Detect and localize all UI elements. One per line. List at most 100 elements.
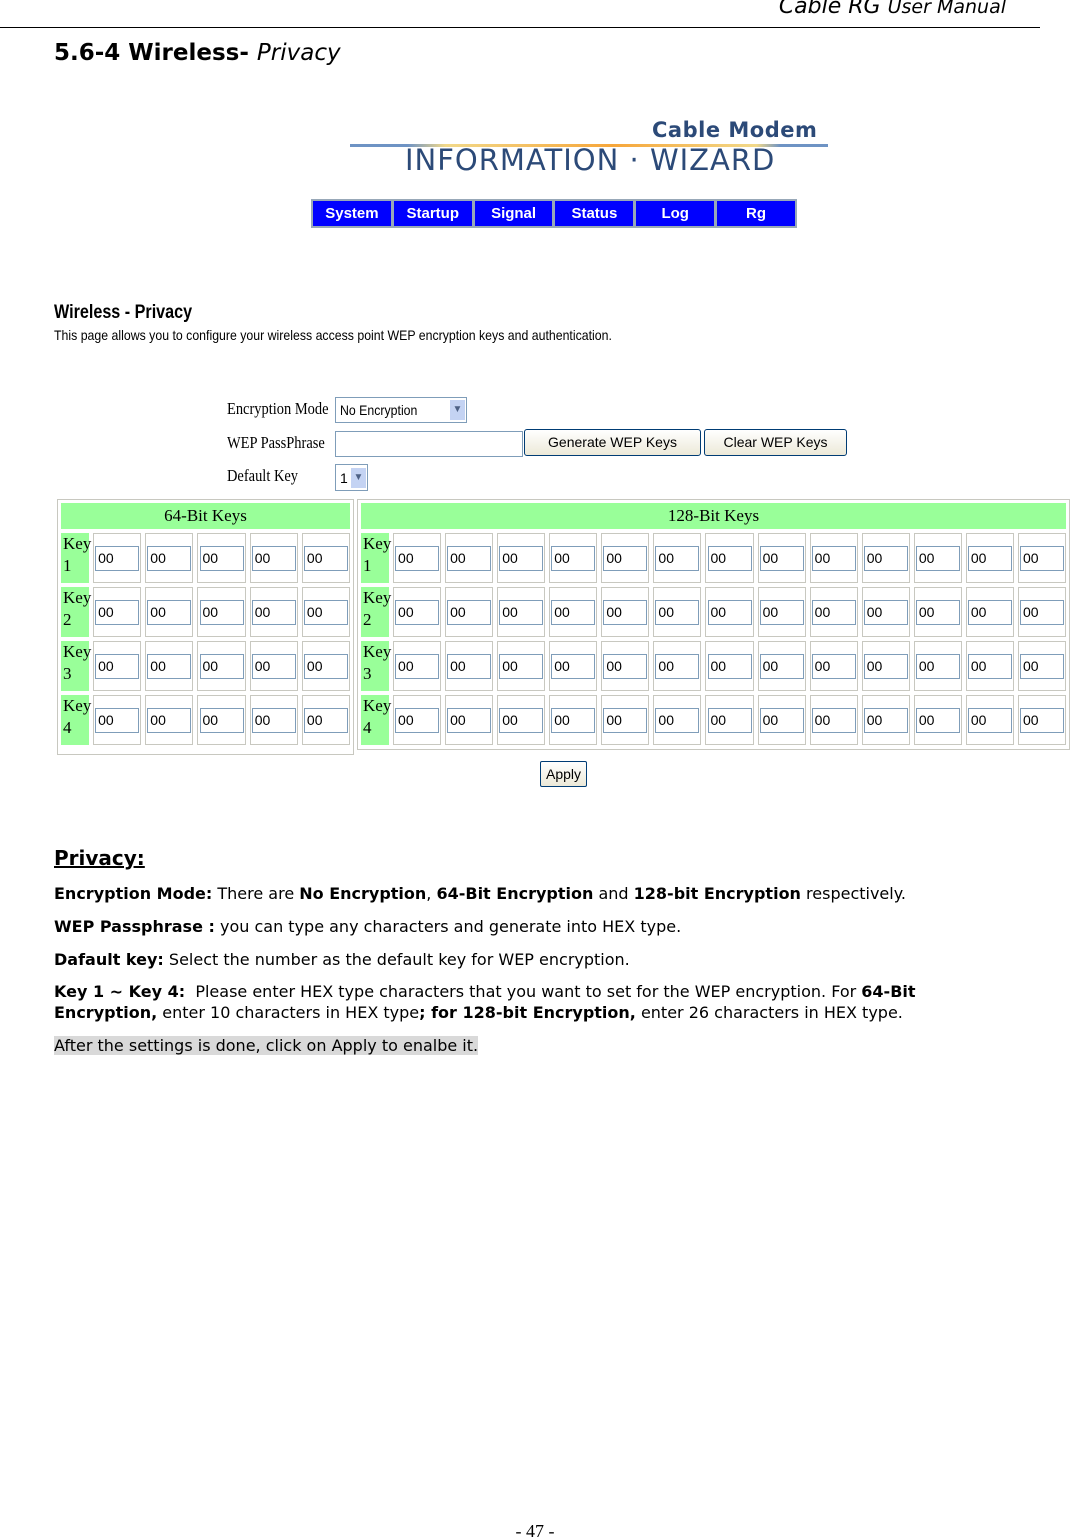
key-byte-input[interactable]: 00 bbox=[811, 599, 856, 625]
tab-startup[interactable]: Startup bbox=[393, 201, 472, 226]
key-byte-input[interactable]: 00 bbox=[811, 545, 856, 571]
key-byte-input[interactable]: 00 bbox=[863, 707, 908, 733]
key-byte-input[interactable]: 00 bbox=[811, 653, 856, 679]
key-byte-input[interactable]: 00 bbox=[95, 599, 140, 625]
key-cell: 00 bbox=[601, 641, 650, 691]
key-byte-input[interactable]: 00 bbox=[1019, 707, 1064, 733]
key-byte-input[interactable]: 00 bbox=[95, 653, 140, 679]
key-byte-input[interactable]: 00 bbox=[811, 707, 856, 733]
key-row: Key 1 00 00 00 00 00 bbox=[61, 533, 351, 583]
key-byte-input[interactable]: 00 bbox=[499, 707, 544, 733]
key-byte-input[interactable]: 00 bbox=[915, 599, 960, 625]
key-byte-input[interactable]: 00 bbox=[395, 545, 440, 571]
key-cell: 00 bbox=[965, 587, 1014, 637]
key-byte-input[interactable]: 00 bbox=[967, 653, 1012, 679]
key-byte-input[interactable]: 00 bbox=[199, 707, 244, 733]
key-byte-input[interactable]: 00 bbox=[395, 707, 440, 733]
key-byte-input[interactable]: 00 bbox=[967, 707, 1012, 733]
key-byte-input[interactable]: 00 bbox=[499, 653, 544, 679]
key-label: Key 4 bbox=[61, 695, 91, 745]
key-byte-input[interactable]: 00 bbox=[707, 545, 752, 571]
key-byte-input[interactable]: 00 bbox=[551, 545, 596, 571]
tab-signal[interactable]: Signal bbox=[474, 201, 553, 226]
key-byte-input[interactable]: 00 bbox=[95, 545, 140, 571]
key-byte-input[interactable]: 00 bbox=[199, 599, 244, 625]
key-byte-input[interactable]: 00 bbox=[759, 707, 804, 733]
bold-term: No Encryption bbox=[299, 884, 427, 903]
key-byte-input[interactable]: 00 bbox=[1019, 653, 1064, 679]
key-cell: 00 bbox=[93, 533, 142, 583]
encryption-mode-label: Encryption Mode bbox=[227, 399, 329, 418]
tab-rg[interactable]: Rg bbox=[717, 201, 795, 226]
encryption-mode-select[interactable]: No Encryption ▼ bbox=[335, 397, 467, 423]
key-byte-input[interactable]: 00 bbox=[967, 599, 1012, 625]
key-byte-input[interactable]: 00 bbox=[147, 653, 192, 679]
key-byte-input[interactable]: 00 bbox=[707, 707, 752, 733]
key-cell: 00 bbox=[445, 587, 494, 637]
default-key-select[interactable]: 1 ▼ bbox=[335, 464, 368, 491]
key-byte-input[interactable]: 00 bbox=[759, 653, 804, 679]
key-byte-input[interactable]: 00 bbox=[447, 707, 492, 733]
key-byte-input[interactable]: 00 bbox=[551, 599, 596, 625]
key-byte-input[interactable]: 00 bbox=[759, 599, 804, 625]
key-cell: 00 bbox=[809, 641, 858, 691]
key-byte-input[interactable]: 00 bbox=[551, 653, 596, 679]
key-byte-input[interactable]: 00 bbox=[303, 653, 348, 679]
key-byte-input[interactable]: 00 bbox=[863, 653, 908, 679]
key-byte-input[interactable]: 00 bbox=[603, 599, 648, 625]
key-byte-input[interactable]: 00 bbox=[603, 545, 648, 571]
key-byte-input[interactable]: 00 bbox=[147, 599, 192, 625]
key-byte-input[interactable]: 00 bbox=[655, 599, 700, 625]
key-byte-input[interactable]: 00 bbox=[499, 599, 544, 625]
key-cell: 00 bbox=[861, 641, 910, 691]
key-byte-input[interactable]: 00 bbox=[147, 707, 192, 733]
key-cell: 00 bbox=[705, 641, 754, 691]
key-byte-input[interactable]: 00 bbox=[251, 545, 296, 571]
key-byte-input[interactable]: 00 bbox=[303, 707, 348, 733]
key-byte-input[interactable]: 00 bbox=[655, 545, 700, 571]
key-byte-input[interactable]: 00 bbox=[395, 653, 440, 679]
key-byte-input[interactable]: 00 bbox=[95, 707, 140, 733]
key-byte-input[interactable]: 00 bbox=[655, 707, 700, 733]
key-byte-input[interactable]: 00 bbox=[759, 545, 804, 571]
key-byte-input[interactable]: 00 bbox=[655, 653, 700, 679]
key-byte-input[interactable]: 00 bbox=[551, 707, 596, 733]
key-byte-input[interactable]: 00 bbox=[863, 545, 908, 571]
key-byte-input[interactable]: 00 bbox=[915, 545, 960, 571]
key-byte-input[interactable]: 00 bbox=[447, 653, 492, 679]
key-byte-input[interactable]: 00 bbox=[447, 599, 492, 625]
key-byte-input[interactable]: 00 bbox=[147, 545, 192, 571]
tab-system[interactable]: System bbox=[313, 201, 391, 226]
key-byte-input[interactable]: 00 bbox=[303, 545, 348, 571]
clear-wep-keys-button[interactable]: Clear WEP Keys bbox=[704, 429, 847, 456]
key-byte-input[interactable]: 00 bbox=[199, 545, 244, 571]
key-byte-input[interactable]: 00 bbox=[1019, 599, 1064, 625]
key-byte-input[interactable]: 00 bbox=[251, 599, 296, 625]
tab-status[interactable]: Status bbox=[555, 201, 634, 226]
key-byte-input[interactable]: 00 bbox=[199, 653, 244, 679]
key-byte-input[interactable]: 00 bbox=[603, 653, 648, 679]
key-byte-input[interactable]: 00 bbox=[915, 707, 960, 733]
key-byte-input[interactable]: 00 bbox=[499, 545, 544, 571]
key-byte-input[interactable]: 00 bbox=[915, 653, 960, 679]
key-byte-input[interactable]: 00 bbox=[251, 653, 296, 679]
generate-wep-keys-button[interactable]: Generate WEP Keys bbox=[524, 429, 701, 456]
key-byte-input[interactable]: 00 bbox=[395, 599, 440, 625]
wep-passphrase-input[interactable] bbox=[335, 431, 523, 457]
key-cell: 00 bbox=[653, 695, 702, 745]
tab-log[interactable]: Log bbox=[636, 201, 715, 226]
key-byte-input[interactable]: 00 bbox=[863, 599, 908, 625]
key-byte-input[interactable]: 00 bbox=[251, 707, 296, 733]
key-byte-input[interactable]: 00 bbox=[707, 653, 752, 679]
key-byte-input[interactable]: 00 bbox=[1019, 545, 1064, 571]
key-cell: 00 bbox=[93, 641, 142, 691]
key-row: Key 2 00 00 00 00 00 bbox=[61, 587, 351, 637]
key-cell: 00 bbox=[861, 695, 910, 745]
key-byte-input[interactable]: 00 bbox=[707, 599, 752, 625]
key-byte-input[interactable]: 00 bbox=[447, 545, 492, 571]
key-byte-input[interactable]: 00 bbox=[967, 545, 1012, 571]
chevron-down-icon: ▼ bbox=[351, 467, 366, 488]
key-byte-input[interactable]: 00 bbox=[303, 599, 348, 625]
apply-button[interactable]: Apply bbox=[540, 761, 587, 787]
key-byte-input[interactable]: 00 bbox=[603, 707, 648, 733]
